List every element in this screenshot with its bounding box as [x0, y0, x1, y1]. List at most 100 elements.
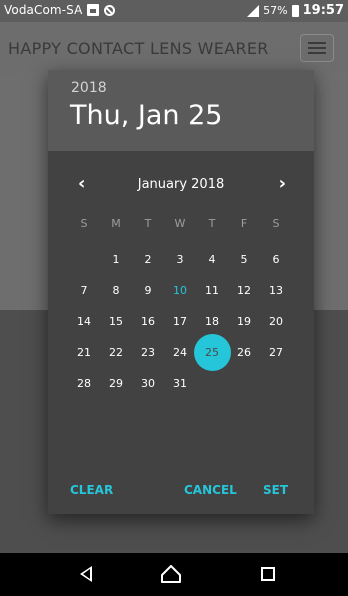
calendar-empty-cell [260, 368, 292, 399]
calendar-day-number: 24 [173, 346, 187, 359]
calendar-week-row: 21 22 23 24 25 26 27 [68, 334, 292, 371]
calendar-day[interactable]: 17 [164, 306, 196, 337]
weekday-label: S [80, 217, 88, 230]
calendar-day[interactable]: 13 [260, 275, 292, 306]
calendar-day-number: 17 [173, 315, 187, 328]
date-picker-header: 2018 Thu, Jan 25 [48, 70, 314, 151]
calendar-day-number: 5 [240, 253, 248, 266]
calendar-empty-cell [196, 368, 228, 399]
home-icon[interactable] [161, 565, 181, 583]
calendar-day[interactable]: 29 [100, 368, 132, 399]
selected-date-label[interactable]: Thu, Jan 25 [70, 100, 222, 131]
calendar-day[interactable]: 19 [228, 306, 260, 337]
calendar-day-number: 29 [109, 377, 123, 390]
calendar-day-number: 20 [269, 315, 283, 328]
hamburger-icon-line [308, 47, 326, 49]
calendar-day-number: 19 [237, 315, 251, 328]
app-bar: HAPPY CONTACT LENS WEARER [0, 22, 348, 74]
date-picker-dialog: 2018 Thu, Jan 25 ‹ January 2018 › SMTWTF… [48, 70, 314, 514]
calendar-day[interactable]: 10 [164, 275, 196, 306]
calendar-day[interactable]: 27 [260, 337, 292, 368]
calendar-day[interactable]: 1 [100, 244, 132, 275]
weekday-label: M [111, 217, 121, 230]
back-icon-inner [83, 569, 90, 579]
weekday-header: SMTWTFS [68, 217, 292, 230]
weekday-label: F [240, 217, 248, 230]
calendar-day-number: 8 [112, 284, 120, 297]
set-button[interactable]: SET [263, 483, 288, 497]
calendar-day-number: 25 [205, 346, 219, 359]
calendar-day[interactable]: 26 [228, 337, 260, 368]
calendar-empty-cell [68, 244, 100, 275]
weekday-label: S [272, 217, 280, 230]
calendar-day-number: 13 [269, 284, 283, 297]
calendar-day[interactable]: 12 [228, 275, 260, 306]
calendar-day[interactable]: 5 [228, 244, 260, 275]
weekday-label: W [174, 217, 186, 230]
status-left: VodaCom-SA [4, 3, 116, 17]
battery-icon [291, 4, 299, 17]
calendar-day[interactable]: 20 [260, 306, 292, 337]
calendar-day[interactable]: 7 [68, 275, 100, 306]
calendar-day[interactable]: 31 [164, 368, 196, 399]
status-bar: VodaCom-SA 57% 19:57 [0, 0, 348, 22]
calendar-day-number: 31 [173, 377, 187, 390]
hamburger-icon [308, 42, 326, 44]
calendar-day[interactable]: 28 [68, 368, 100, 399]
month-navigation: ‹ January 2018 › [48, 171, 314, 195]
dialog-actions: CLEAR CANCEL SET [48, 483, 314, 503]
calendar-day-number: 26 [237, 346, 251, 359]
do-not-disturb-icon [104, 4, 116, 16]
calendar-day[interactable]: 24 [164, 337, 196, 368]
calendar-week-row: 1 2 3 4 5 6 [68, 244, 292, 275]
calendar-day[interactable]: 11 [196, 275, 228, 306]
calendar-day[interactable]: 2 [132, 244, 164, 275]
calendar-week-row: 28 29 30 31 [68, 368, 292, 399]
weekday-label: T [208, 217, 216, 230]
image-notification-icon [87, 4, 100, 16]
calendar-day[interactable]: 3 [164, 244, 196, 275]
calendar-day-number: 30 [141, 377, 155, 390]
calendar-day[interactable]: 4 [196, 244, 228, 275]
calendar-day-number: 15 [109, 315, 123, 328]
calendar-day[interactable]: 9 [132, 275, 164, 306]
calendar-day-number: 21 [77, 346, 91, 359]
calendar-day-number: 23 [141, 346, 155, 359]
calendar-day-number: 16 [141, 315, 155, 328]
calendar-day-number: 9 [144, 284, 152, 297]
app-title: HAPPY CONTACT LENS WEARER [8, 39, 269, 58]
carrier-name: VodaCom-SA [4, 3, 83, 17]
calendar-day-selected[interactable]: 25 [194, 334, 231, 371]
chevron-right-icon[interactable]: › [279, 173, 286, 194]
calendar-day[interactable]: 21 [68, 337, 100, 368]
calendar-day[interactable]: 23 [132, 337, 164, 368]
calendar-day[interactable]: 15 [100, 306, 132, 337]
calendar-day[interactable]: 6 [260, 244, 292, 275]
calendar-day[interactable]: 18 [196, 306, 228, 337]
clear-button[interactable]: CLEAR [70, 483, 113, 497]
weekday-label: T [144, 217, 152, 230]
calendar-day[interactable]: 30 [132, 368, 164, 399]
signal-icon [247, 4, 260, 17]
calendar-day-number: 12 [237, 284, 251, 297]
hamburger-menu-button[interactable] [300, 34, 334, 62]
calendar-day-number: 6 [272, 253, 280, 266]
calendar-day[interactable]: 14 [68, 306, 100, 337]
calendar-day-number: 11 [205, 284, 219, 297]
recent-apps-icon[interactable] [261, 567, 275, 581]
calendar-day-number: 1 [112, 253, 120, 266]
year-selector[interactable]: 2018 [71, 80, 107, 96]
calendar-empty-cell [228, 368, 260, 399]
calendar-day-number: 22 [109, 346, 123, 359]
calendar-day[interactable]: 22 [100, 337, 132, 368]
calendar-week-row: 7 8 9 10 11 12 13 [68, 275, 292, 306]
cancel-button[interactable]: CANCEL [184, 483, 237, 497]
hamburger-icon-line [308, 52, 326, 54]
calendar-day-number: 18 [205, 315, 219, 328]
calendar-day-number: 28 [77, 377, 91, 390]
calendar-grid: 1 2 3 4 5 6 7 8 9 10 11 12 13 14 15 16 17 18 19 20 21 22 23 24 2… [68, 244, 292, 399]
month-label: January 2018 [137, 177, 225, 192]
calendar-day[interactable]: 8 [100, 275, 132, 306]
calendar-day[interactable]: 16 [132, 306, 164, 337]
navigation-bar [0, 553, 348, 596]
